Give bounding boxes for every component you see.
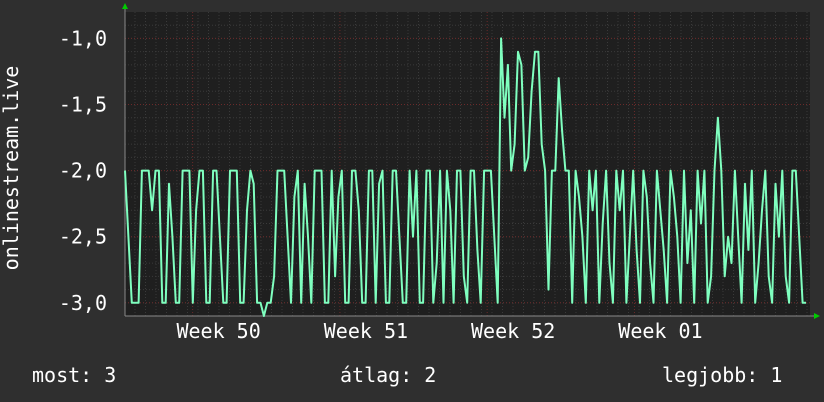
y-tick-label: -2,0 — [59, 159, 107, 183]
y-tick-label: -2,5 — [59, 225, 107, 249]
chart-area: -1,0 -1,5 -2,0 -2,5 -3,0 Week 50 Week 51 Week 5… — [0, 0, 824, 360]
y-axis-title: onlinestream.live — [0, 66, 23, 271]
y-tick-label: -1,5 — [59, 93, 107, 117]
stats-footer: most: 3 átlag: 2 legjobb: 1 — [0, 360, 824, 392]
current-value-label: most: 3 — [32, 363, 117, 387]
x-tick-label: Week 01 — [618, 319, 702, 343]
best-value-label: legjobb: 1 — [662, 363, 783, 387]
y-tick-label: -3,0 — [59, 291, 107, 315]
x-tick-label: Week 52 — [471, 319, 555, 343]
x-tick-label: Week 51 — [324, 319, 408, 343]
average-value-label: átlag: 2 — [340, 363, 437, 387]
line-chart: -1,0 -1,5 -2,0 -2,5 -3,0 Week 50 Week 51 Week 5… — [0, 3, 820, 343]
x-tick-label: Week 50 — [176, 319, 260, 343]
y-axis-arrow — [122, 3, 128, 9]
x-axis-arrow — [814, 313, 820, 319]
y-tick-label: -1,0 — [59, 26, 107, 50]
